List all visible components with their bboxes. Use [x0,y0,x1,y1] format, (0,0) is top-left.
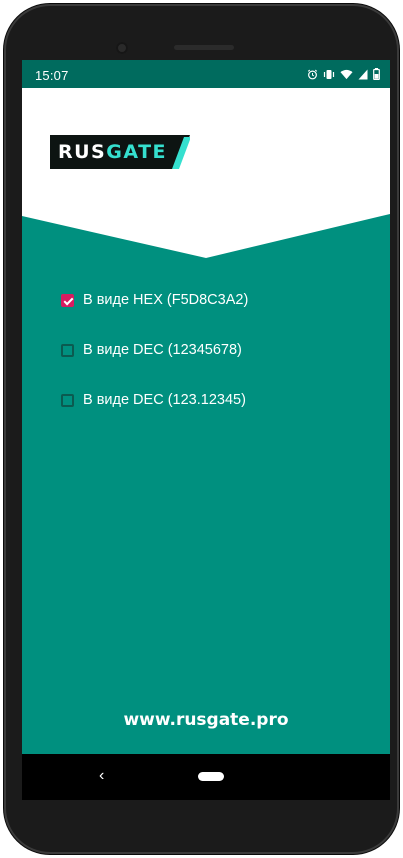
earpiece-speaker [174,45,234,50]
wifi-icon [340,69,353,80]
header-banner [22,88,390,268]
checkbox-hex[interactable] [61,293,74,307]
website-link[interactable]: www.rusgate.pro [22,710,390,730]
battery-icon [373,68,380,80]
status-bar: 15:07 [22,60,390,88]
signal-icon [358,69,368,80]
logo-text-gate: GATE [106,141,168,163]
back-icon[interactable]: ‹ [99,767,104,785]
option-dec-label: В виде DEC (12345678) [83,342,242,358]
vibrate-icon [323,69,335,80]
phone-frame: 15:07 RUSGATE В виде HEX (F5D8C3A2) В ви… [4,4,399,854]
logo-text-rus: RUS [58,141,107,163]
home-button[interactable] [198,772,224,781]
status-time: 15:07 [35,68,69,83]
phone-bezel-top [4,4,399,60]
option-dec-float[interactable]: В виде DEC (123.12345) [61,388,381,412]
option-dec-float-label: В виде DEC (123.12345) [83,392,246,408]
navigation-bar: ‹ [22,754,390,800]
rusgate-logo: RUSGATE [50,135,195,169]
option-hex[interactable]: В виде HEX (F5D8C3A2) [61,288,381,312]
alarm-icon [307,69,318,80]
front-camera [116,42,128,54]
option-hex-label: В виде HEX (F5D8C3A2) [83,292,249,308]
logo-text: RUSGATE [58,141,167,163]
checkbox-dec[interactable] [61,343,74,357]
checkbox-dec-float[interactable] [61,393,74,407]
app-screen: 15:07 RUSGATE В виде HEX (F5D8C3A2) В ви… [22,60,390,754]
status-icons [307,66,380,82]
option-dec[interactable]: В виде DEC (12345678) [61,338,381,362]
format-options: В виде HEX (F5D8C3A2) В виде DEC (123456… [61,288,381,438]
